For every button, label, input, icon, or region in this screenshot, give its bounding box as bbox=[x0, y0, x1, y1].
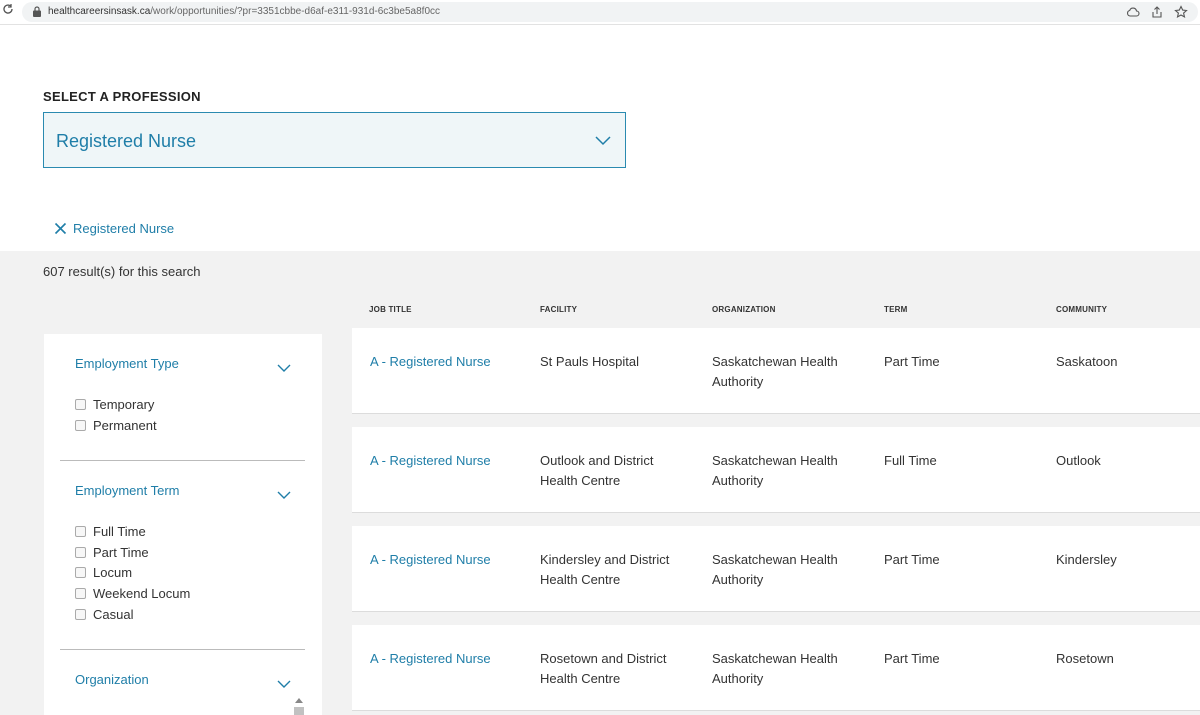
scrollbar-thumb[interactable] bbox=[294, 707, 304, 715]
close-icon[interactable] bbox=[54, 222, 67, 235]
chevron-down-icon bbox=[277, 360, 291, 372]
term-cell: Part Time bbox=[884, 552, 940, 567]
checkbox-option[interactable]: Weekend Locum bbox=[75, 583, 305, 604]
share-icon[interactable] bbox=[1150, 5, 1164, 19]
filter-header-employment-type[interactable]: Employment Type bbox=[60, 356, 305, 376]
facility-cell: Outlook and District Health Centre bbox=[540, 453, 654, 488]
checkbox[interactable] bbox=[75, 608, 86, 620]
url-text: healthcareersinsask.ca/work/opportunitie… bbox=[48, 6, 441, 17]
option-label: Locum bbox=[93, 565, 133, 581]
filter-title: Employment Type bbox=[75, 356, 179, 371]
community-cell: Saskatoon bbox=[1056, 354, 1118, 369]
profession-label: SELECT A PROFESSION bbox=[43, 89, 201, 104]
checkbox-option[interactable]: Full Time bbox=[75, 521, 305, 542]
applied-filter-chip[interactable]: Registered Nurse bbox=[54, 219, 174, 237]
facility-cell: Kindersley and District Health Centre bbox=[540, 552, 670, 587]
option-label: Weekend Locum bbox=[93, 585, 191, 601]
organization-cell: Saskatchewan Health Authority bbox=[712, 552, 838, 587]
table-row[interactable]: A - Registered Nurse Kindersley and Dist… bbox=[352, 526, 1200, 612]
community-cell: Kindersley bbox=[1056, 552, 1117, 567]
filter-header-employment-term[interactable]: Employment Term bbox=[60, 483, 305, 503]
filter-header-organization[interactable]: Organization bbox=[60, 672, 305, 692]
job-title-link[interactable]: A - Registered Nurse bbox=[370, 550, 520, 570]
column-header-facility[interactable]: FACILITY bbox=[540, 305, 577, 314]
checkbox[interactable] bbox=[75, 587, 86, 599]
star-icon[interactable] bbox=[1174, 5, 1188, 19]
checkbox-option[interactable]: Casual bbox=[75, 604, 305, 625]
option-label: Part Time bbox=[93, 544, 149, 560]
browser-toolbar: healthcareersinsask.ca/work/opportunitie… bbox=[0, 0, 1200, 25]
checkbox-option[interactable]: Permanent bbox=[75, 415, 305, 436]
table-row[interactable]: A - Registered Nurse St Pauls Hospital S… bbox=[352, 328, 1200, 414]
applied-filter-label: Registered Nurse bbox=[73, 220, 175, 236]
scroll-up-icon[interactable] bbox=[295, 698, 303, 703]
column-header-community[interactable]: COMMUNITY bbox=[1056, 305, 1107, 314]
organization-cell: Saskatchewan Health Authority bbox=[712, 453, 838, 488]
term-cell: Part Time bbox=[884, 651, 940, 666]
facility-cell: St Pauls Hospital bbox=[540, 354, 639, 369]
organization-cell: Saskatchewan Health Authority bbox=[712, 354, 838, 389]
divider bbox=[60, 649, 305, 650]
organization-cell: Saskatchewan Health Authority bbox=[712, 651, 838, 686]
filter-title: Organization bbox=[75, 672, 149, 687]
table-row[interactable]: A - Registered Nurse Rosetown and Distri… bbox=[352, 625, 1200, 711]
filter-title: Employment Term bbox=[75, 483, 180, 498]
checkbox[interactable] bbox=[75, 546, 86, 558]
cloud-icon[interactable] bbox=[1126, 5, 1140, 19]
column-header-term[interactable]: TERM bbox=[884, 305, 907, 314]
option-label: Full Time bbox=[93, 523, 146, 539]
reload-icon[interactable] bbox=[2, 3, 16, 19]
column-header-organization[interactable]: ORGANIZATION bbox=[712, 305, 776, 314]
divider bbox=[60, 460, 305, 461]
filter-sidebar: Employment Type Temporary Permanent Empl… bbox=[44, 334, 322, 715]
option-label: Temporary bbox=[93, 396, 155, 412]
address-bar[interactable]: healthcareersinsask.ca/work/opportunitie… bbox=[22, 2, 1198, 22]
checkbox-option[interactable]: Part Time bbox=[75, 542, 305, 563]
filter-group-employment-type: Employment Type Temporary Permanent bbox=[60, 356, 305, 435]
column-header-job-title[interactable]: JOB TITLE bbox=[369, 305, 412, 314]
option-label: Casual bbox=[93, 606, 134, 622]
checkbox-option[interactable]: Locum bbox=[75, 562, 305, 583]
chevron-down-icon bbox=[277, 676, 291, 688]
term-cell: Part Time bbox=[884, 354, 940, 369]
table-row[interactable]: A - Registered Nurse Outlook and Distric… bbox=[352, 427, 1200, 513]
checkbox[interactable] bbox=[75, 398, 86, 410]
job-title-link[interactable]: A - Registered Nurse bbox=[370, 649, 520, 669]
community-cell: Rosetown bbox=[1056, 651, 1114, 666]
job-title-link[interactable]: A - Registered Nurse bbox=[370, 451, 520, 471]
job-title-link[interactable]: A - Registered Nurse bbox=[370, 352, 520, 372]
filter-group-organization: Organization bbox=[60, 672, 305, 692]
checkbox[interactable] bbox=[75, 567, 86, 579]
chevron-down-icon bbox=[595, 133, 611, 146]
filter-group-employment-term: Employment Term Full Time Part Time Locu… bbox=[60, 483, 305, 624]
checkbox[interactable] bbox=[75, 419, 86, 431]
checkbox-option[interactable]: Temporary bbox=[75, 394, 305, 415]
profession-selected-value: Registered Nurse bbox=[56, 131, 197, 151]
chevron-down-icon bbox=[277, 487, 291, 499]
profession-select[interactable]: Registered Nurse bbox=[43, 112, 626, 168]
lock-icon bbox=[32, 5, 42, 19]
scrollbar[interactable] bbox=[294, 698, 304, 715]
results-count: 607 result(s) for this search bbox=[43, 264, 201, 279]
option-label: Permanent bbox=[93, 417, 157, 433]
checkbox[interactable] bbox=[75, 525, 86, 537]
term-cell: Full Time bbox=[884, 453, 937, 468]
community-cell: Outlook bbox=[1056, 453, 1101, 468]
facility-cell: Rosetown and District Health Centre bbox=[540, 651, 667, 686]
